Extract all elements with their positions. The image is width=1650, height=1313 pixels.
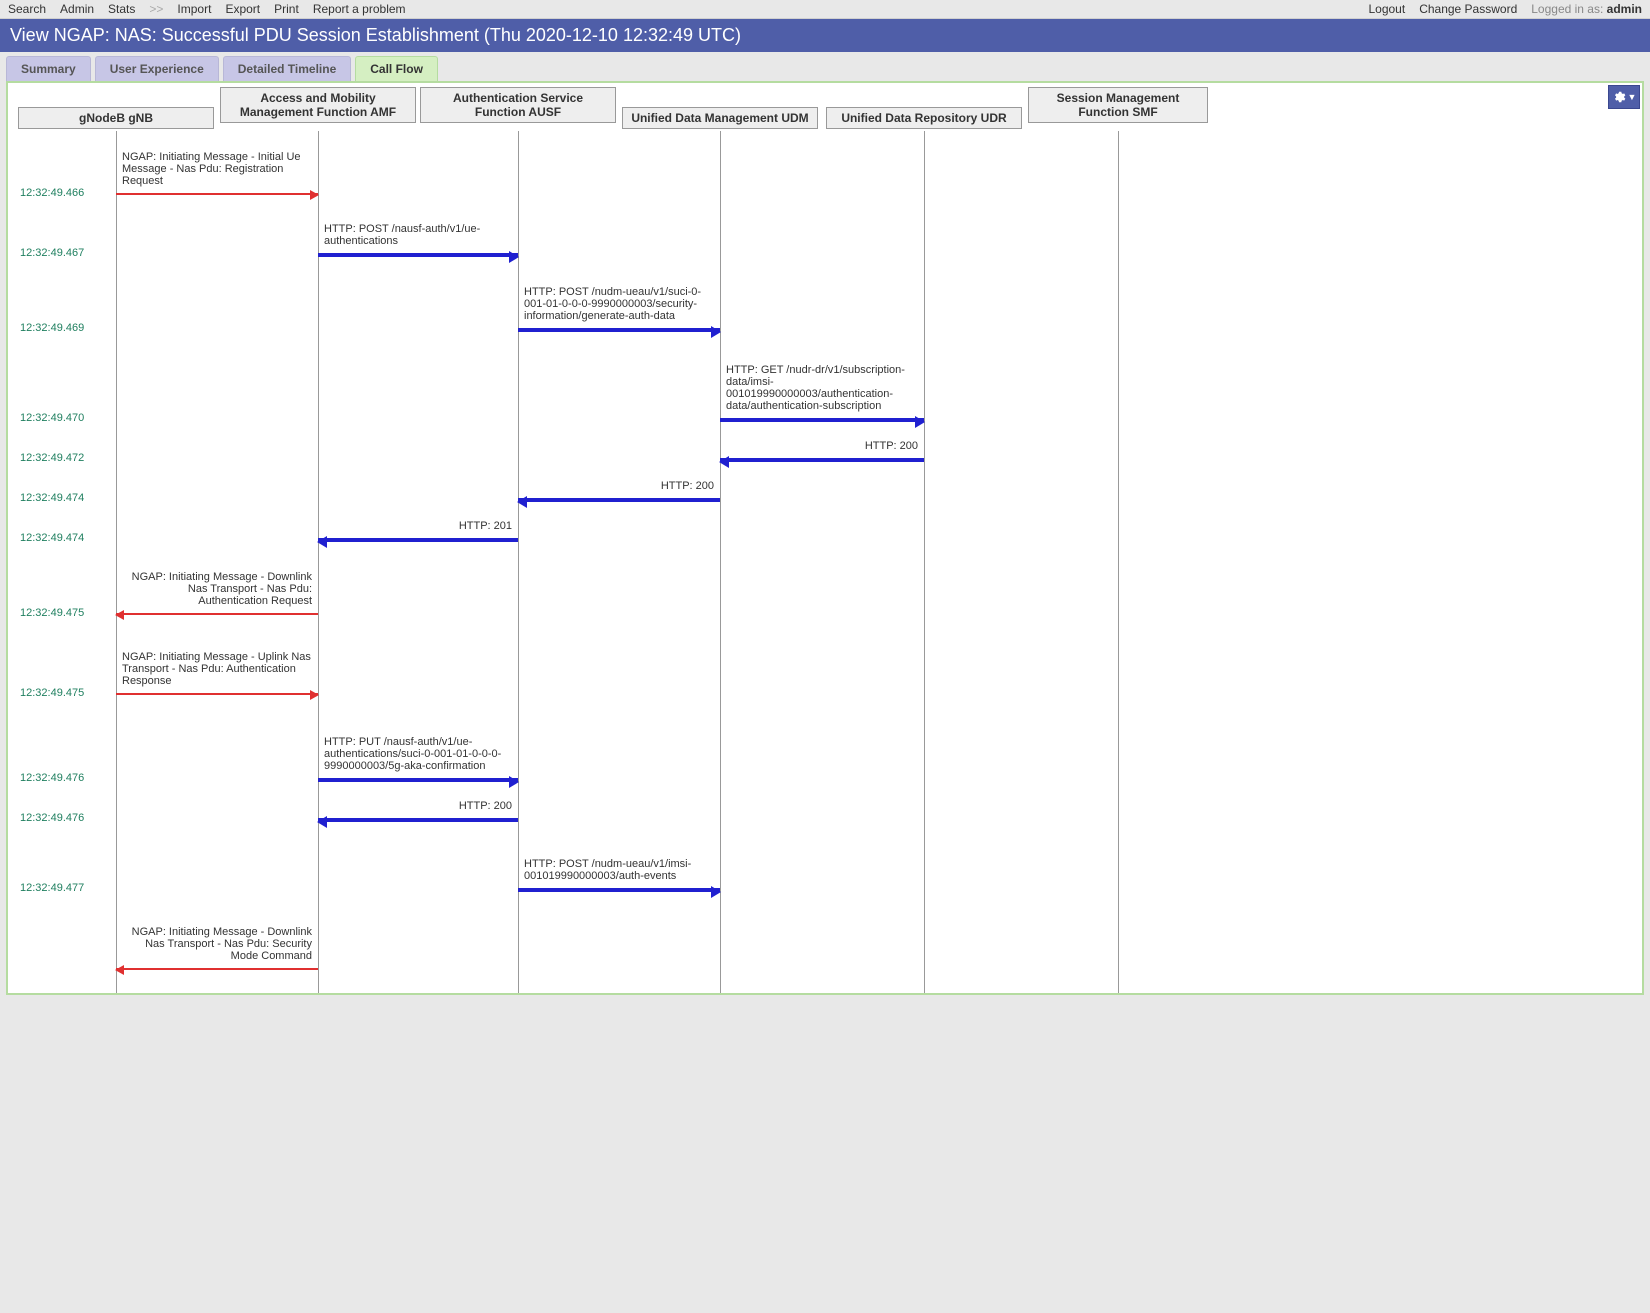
timestamp: 12:32:49.474 [20,492,84,504]
timestamp: 12:32:49.476 [20,772,84,784]
message-label: NGAP: Initiating Message - Initial Ue Me… [122,151,312,187]
timestamp: 12:32:49.474 [20,532,84,544]
tab-detailed-timeline[interactable]: Detailed Timeline [223,56,351,81]
settings-button[interactable]: ▼ [1608,85,1640,109]
call-flow-panel[interactable]: ▼ gNodeB gNB Access and Mobility Manageme… [6,81,1644,995]
message-label: HTTP: POST /nausf-auth/v1/ue-authenticat… [324,223,512,247]
tab-user-experience[interactable]: User Experience [95,56,219,81]
timestamp: 12:32:49.477 [20,882,84,894]
node-header[interactable]: Access and Mobility Management Function … [220,87,416,123]
menu-report-a-problem[interactable]: Report a problem [313,2,406,16]
message-label: HTTP: 200 [726,440,918,452]
page-title: View NGAP: NAS: Successful PDU Session E… [0,19,1650,52]
lifeline [1118,131,1119,995]
message-label: HTTP: POST /nudm-ueau/v1/suci-0-001-01-0… [524,286,714,322]
message-label: HTTP: 200 [324,800,512,812]
message-label: HTTP: PUT /nausf-auth/v1/ue-authenticati… [324,736,512,772]
menu-print[interactable]: Print [274,2,299,16]
menu-search[interactable]: Search [8,2,46,16]
menu-stats[interactable]: Stats [108,2,135,16]
menu-admin[interactable]: Admin [60,2,94,16]
logged-in-label: Logged in as: admin [1531,2,1642,16]
menu-change-password[interactable]: Change Password [1419,2,1517,16]
timestamp: 12:32:49.475 [20,607,84,619]
message-label: NGAP: Initiating Message - Downlink Nas … [122,571,312,607]
lifeline [318,131,319,995]
lifeline [116,131,117,995]
tab-summary[interactable]: Summary [6,56,91,81]
tabs: SummaryUser ExperienceDetailed TimelineC… [0,52,1650,81]
node-header[interactable]: Unified Data Repository UDR [826,107,1022,129]
timestamp: 12:32:49.472 [20,452,84,464]
message-label: HTTP: POST /nudm-ueau/v1/imsi-0010199900… [524,858,714,882]
menu-logout[interactable]: Logout [1368,2,1405,16]
timestamp: 12:32:49.476 [20,812,84,824]
menu-import[interactable]: Import [177,2,211,16]
node-header[interactable]: Unified Data Management UDM [622,107,818,129]
timestamp: 12:32:49.470 [20,412,84,424]
message-label: NGAP: Initiating Message - Uplink Nas Tr… [122,651,312,687]
timestamp: 12:32:49.469 [20,322,84,334]
timestamp: 12:32:49.475 [20,687,84,699]
menu-export[interactable]: Export [225,2,260,16]
message-label: NGAP: Initiating Message - Downlink Nas … [122,926,312,962]
timestamp: 12:32:49.466 [20,187,84,199]
lifeline [720,131,721,995]
node-header[interactable]: Authentication Service Function AUSF [420,87,616,123]
node-header[interactable]: Session Management Function SMF [1028,87,1208,123]
top-menu: Search Admin Stats >> Import Export Print Repor… [0,0,1650,19]
menu--: >> [149,2,163,16]
tab-call-flow[interactable]: Call Flow [355,56,438,81]
message-label: HTTP: 201 [324,520,512,532]
node-header[interactable]: gNodeB gNB [18,107,214,129]
lifeline [924,131,925,995]
message-label: HTTP: GET /nudr-dr/v1/subscription-data/… [726,364,918,412]
timestamp: 12:32:49.467 [20,247,84,259]
message-label: HTTP: 200 [524,480,714,492]
